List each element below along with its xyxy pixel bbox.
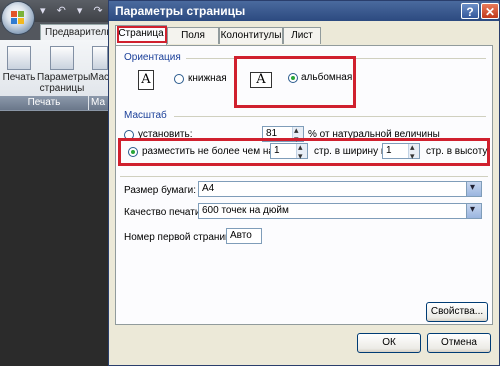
ribbon: Печать Параметры страницы Масш Печать Ма [0,40,112,111]
close-button[interactable]: ✕ [481,3,499,19]
page-setup-icon [50,46,74,70]
chevron-down-icon[interactable] [466,203,481,218]
print-button[interactable]: Печать [2,46,36,83]
properties-button[interactable]: Свойства... [426,302,488,322]
group-label-print: Печать [0,96,88,110]
paper-size-label: Размер бумаги: [124,185,196,196]
tab-page-highlight [117,26,167,43]
tab-panel-page: Ориентация A книжная A альбомная Масштаб… [115,45,493,325]
printer-icon [7,46,31,70]
page-setup-dialog: Параметры страницы ? ✕ Страница Поля Кол… [108,0,500,366]
scale-bottom-separator [120,176,488,177]
tab-margins[interactable]: Поля [167,27,219,44]
landscape-radio[interactable] [288,73,298,83]
paper-size-value: A4 [202,183,215,194]
landscape-page-icon: A [250,72,272,88]
tab-sheet[interactable]: Лист [283,27,321,44]
print-quality-value: 600 точек на дюйм [202,205,289,216]
office-button[interactable] [2,2,34,34]
tab-header-footer[interactable]: Колонтитулы [219,27,283,44]
spinner-arrows-icon[interactable] [296,140,307,163]
zoom-icon [92,46,108,70]
orientation-label: Ориентация [124,52,181,63]
fit-to-label: разместить не более чем на: [142,146,277,157]
zoom-button-label: Масш [90,72,110,83]
page-setup-button-label: Параметры страницы [37,72,91,94]
fit-height-value: 1 [386,145,392,156]
fit-height-spinner[interactable]: 1 [382,140,420,163]
paper-size-select[interactable]: A4 [198,181,482,197]
portrait-radio[interactable] [174,74,184,84]
fit-height-suffix: стр. в высоту [426,146,488,157]
dialog-title: Параметры страницы [109,1,499,21]
spinner-arrows-icon[interactable] [408,140,419,163]
fit-width-suffix: стр. в ширину и [314,146,387,157]
print-quality-label: Качество печати: [124,207,204,218]
first-page-input[interactable]: Авто [226,228,262,244]
portrait-label: книжная [188,73,227,84]
office-logo-icon [11,11,25,25]
landscape-label: альбомная [301,72,353,83]
ok-button[interactable]: ОК [357,333,421,353]
chevron-down-icon[interactable] [466,181,481,196]
scale-label: Масштаб [124,110,167,121]
help-button[interactable]: ? [461,3,479,19]
fit-width-value: 1 [274,145,280,156]
first-page-label: Номер первой страницы: [124,232,241,243]
portrait-page-icon: A [138,70,154,90]
zoom-button[interactable]: Масш [90,46,110,83]
print-quality-select[interactable]: 600 точек на дюйм [198,203,482,219]
scale-separator [174,116,486,117]
tab-print-preview[interactable]: Предварительный [40,24,116,41]
fit-width-spinner[interactable]: 1 [270,140,308,163]
cancel-button[interactable]: Отмена [427,333,491,353]
page-setup-button[interactable]: Параметры страницы [37,46,91,94]
fit-to-radio[interactable] [128,147,138,157]
print-button-label: Печать [2,72,36,83]
